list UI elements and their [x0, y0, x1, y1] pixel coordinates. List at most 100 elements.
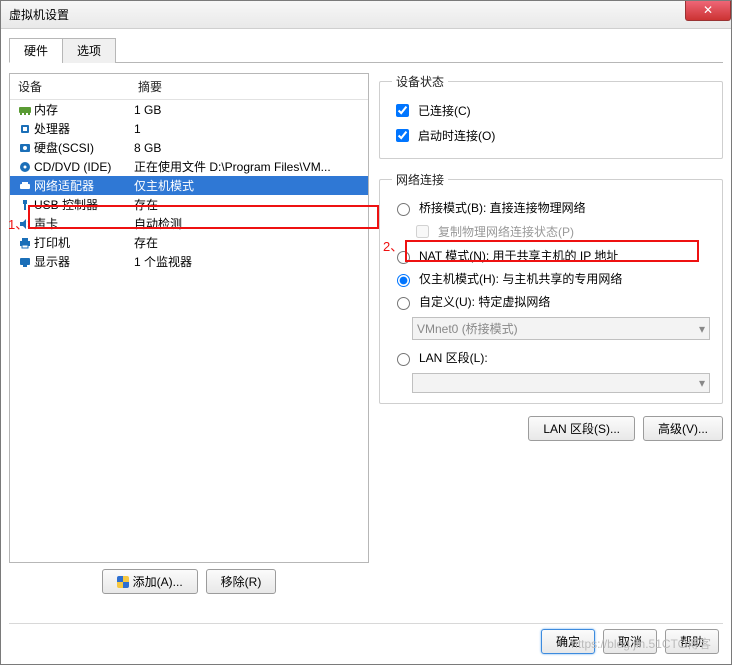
device-status-legend: 设备状态 — [392, 73, 448, 90]
lan-row[interactable]: LAN 区段(L): — [392, 346, 710, 369]
hardware-pane: 设备 摘要 内存1 GB处理器1硬盘(SCSI)8 GBCD/DVD (IDE)… — [9, 63, 723, 594]
close-icon: ✕ — [703, 3, 713, 17]
bridged-radio[interactable] — [397, 203, 410, 216]
hardware-list[interactable]: 设备 摘要 内存1 GB处理器1硬盘(SCSI)8 GBCD/DVD (IDE)… — [9, 73, 369, 563]
hw-label: 硬盘(SCSI) — [34, 139, 134, 156]
hardware-actions: 添加(A)... 移除(R) — [9, 569, 369, 594]
connected-checkbox[interactable] — [396, 104, 409, 117]
advanced-button[interactable]: 高级(V)... — [643, 416, 723, 441]
hw-summary: 1 — [134, 122, 362, 136]
help-button[interactable]: 帮助 — [665, 629, 719, 654]
tab-options-label: 选项 — [77, 44, 101, 58]
tab-hardware[interactable]: 硬件 — [9, 38, 63, 63]
printer-icon — [16, 236, 34, 250]
bridged-label: 桥接模式(B): 直接连接物理网络 — [419, 199, 586, 216]
add-button[interactable]: 添加(A)... — [102, 569, 198, 594]
cpu-icon — [16, 122, 34, 136]
lan-select-wrap: ▾ — [412, 373, 710, 393]
poweron-checkbox[interactable] — [396, 129, 409, 142]
replicate-checkbox — [416, 225, 429, 238]
help-label: 帮助 — [680, 635, 704, 649]
advanced-label: 高级(V)... — [658, 422, 708, 436]
nat-row[interactable]: NAT 模式(N): 用于共享主机的 IP 地址 — [392, 244, 710, 267]
ok-label: 确定 — [556, 635, 580, 649]
remove-button-label: 移除(R) — [221, 575, 262, 589]
hw-row-printer[interactable]: 打印机存在 — [10, 233, 368, 252]
hw-summary: 1 GB — [134, 103, 362, 117]
hw-summary: 存在 — [134, 234, 362, 251]
display-icon — [16, 255, 34, 269]
disk-icon — [16, 141, 34, 155]
hw-summary: 8 GB — [134, 141, 362, 155]
hw-row-sound[interactable]: 声卡自动检测 — [10, 214, 368, 233]
window-title: 虚拟机设置 — [9, 6, 69, 23]
replicate-row: 复制物理网络连接状态(P) — [412, 219, 710, 244]
hw-row-memory[interactable]: 内存1 GB — [10, 100, 368, 119]
hw-summary: 仅主机模式 — [134, 177, 362, 194]
custom-row[interactable]: 自定义(U): 特定虚拟网络 — [392, 290, 710, 313]
cancel-button[interactable]: 取消 — [603, 629, 657, 654]
hw-label: 显示器 — [34, 253, 134, 270]
hardware-header: 设备 摘要 — [10, 74, 368, 100]
hw-row-disk[interactable]: 硬盘(SCSI)8 GB — [10, 138, 368, 157]
lan-radio[interactable] — [397, 353, 410, 366]
hostonly-radio[interactable] — [397, 274, 410, 287]
hw-label: 处理器 — [34, 120, 134, 137]
hostonly-row[interactable]: 仅主机模式(H): 与主机共享的专用网络 — [392, 267, 710, 290]
hw-label: 打印机 — [34, 234, 134, 251]
cd-icon — [16, 160, 34, 174]
usb-icon — [16, 198, 34, 212]
lan-segments-label: LAN 区段(S)... — [543, 422, 620, 436]
hw-label: 内存 — [34, 101, 134, 118]
poweron-row[interactable]: 启动时连接(O) — [392, 123, 710, 148]
nat-label: NAT 模式(N): 用于共享主机的 IP 地址 — [419, 247, 618, 264]
bridged-row[interactable]: 桥接模式(B): 直接连接物理网络 — [392, 196, 710, 219]
nat-radio[interactable] — [397, 251, 410, 264]
hw-row-display[interactable]: 显示器1 个监视器 — [10, 252, 368, 271]
hw-summary: 正在使用文件 D:\Program Files\VM... — [134, 158, 362, 175]
vmnet-select: VMnet0 (桥接模式) ▾ — [412, 317, 710, 340]
tab-strip: 硬件 选项 — [9, 37, 723, 63]
hw-summary: 存在 — [134, 196, 362, 213]
shield-icon — [117, 576, 129, 588]
chevron-down-icon: ▾ — [699, 376, 705, 390]
lan-select: ▾ — [412, 373, 710, 393]
custom-radio[interactable] — [397, 297, 410, 310]
network-legend: 网络连接 — [392, 171, 448, 188]
memory-icon — [16, 103, 34, 117]
connected-label: 已连接(C) — [418, 102, 471, 119]
header-device: 设备 — [18, 78, 138, 95]
hw-label: 声卡 — [34, 215, 134, 232]
poweron-label: 启动时连接(O) — [418, 127, 495, 144]
network-actions: LAN 区段(S)... 高级(V)... — [379, 416, 723, 441]
remove-button[interactable]: 移除(R) — [206, 569, 277, 594]
left-column: 设备 摘要 内存1 GB处理器1硬盘(SCSI)8 GBCD/DVD (IDE)… — [9, 73, 369, 594]
hw-label: CD/DVD (IDE) — [34, 160, 134, 174]
hostonly-label: 仅主机模式(H): 与主机共享的专用网络 — [419, 270, 622, 287]
hw-label: USB 控制器 — [34, 196, 134, 213]
hw-row-net[interactable]: 网络适配器仅主机模式 — [10, 176, 368, 195]
hw-summary: 1 个监视器 — [134, 253, 362, 270]
cancel-label: 取消 — [618, 635, 642, 649]
custom-label: 自定义(U): 特定虚拟网络 — [419, 293, 550, 310]
network-connection-group: 网络连接 桥接模式(B): 直接连接物理网络 复制物理网络连接状态(P) NAT… — [379, 171, 723, 404]
hw-row-usb[interactable]: USB 控制器存在 — [10, 195, 368, 214]
titlebar: 虚拟机设置 ✕ — [1, 1, 731, 29]
ok-button[interactable]: 确定 — [541, 629, 595, 654]
hw-summary: 自动检测 — [134, 215, 362, 232]
lan-segments-button[interactable]: LAN 区段(S)... — [528, 416, 635, 441]
client-area: 硬件 选项 设备 摘要 内存1 GB处理器1硬盘(SCSI)8 GBCD/DVD… — [1, 29, 731, 602]
bottom-separator — [9, 623, 723, 624]
net-icon — [16, 179, 34, 193]
vmnet-select-value: VMnet0 (桥接模式) — [417, 320, 518, 337]
replicate-label: 复制物理网络连接状态(P) — [438, 223, 574, 240]
tab-hardware-label: 硬件 — [24, 44, 48, 58]
add-button-label: 添加(A)... — [133, 575, 183, 589]
connected-row[interactable]: 已连接(C) — [392, 98, 710, 123]
hw-row-cpu[interactable]: 处理器1 — [10, 119, 368, 138]
tab-options[interactable]: 选项 — [62, 38, 116, 63]
vmnet-select-wrap: VMnet0 (桥接模式) ▾ — [412, 317, 710, 340]
close-button[interactable]: ✕ — [685, 1, 731, 21]
hw-row-cd[interactable]: CD/DVD (IDE)正在使用文件 D:\Program Files\VM..… — [10, 157, 368, 176]
device-status-group: 设备状态 已连接(C) 启动时连接(O) — [379, 73, 723, 159]
